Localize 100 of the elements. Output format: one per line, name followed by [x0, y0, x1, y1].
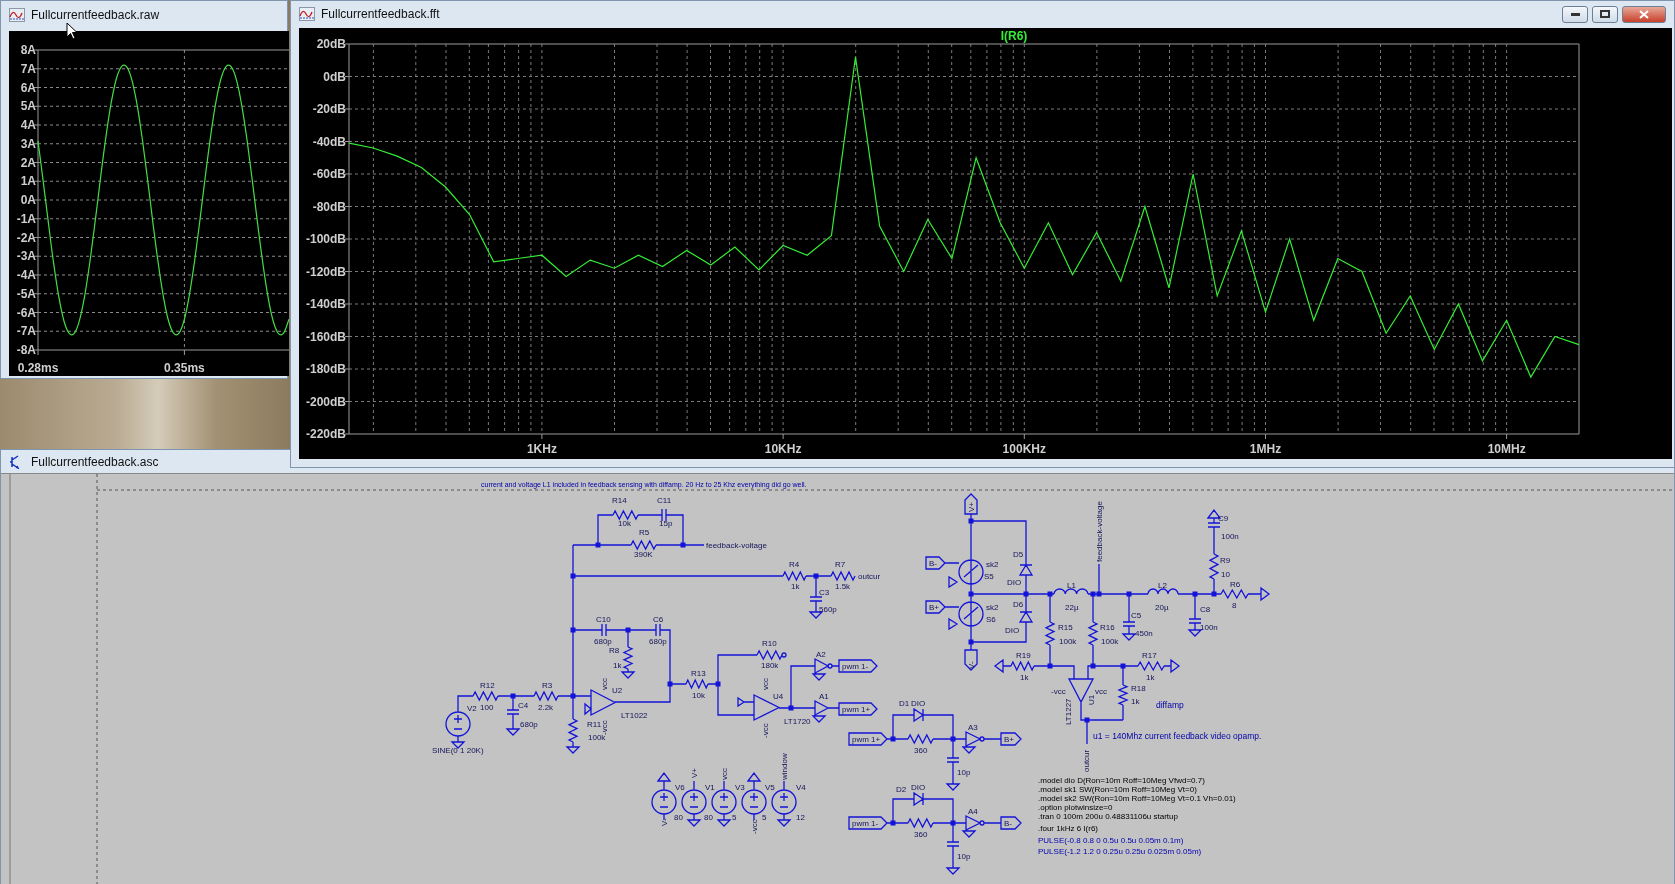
- net-label: vcc: [600, 678, 609, 690]
- component-label: V6: [675, 783, 685, 792]
- component-label: 2.2k: [538, 703, 554, 712]
- net-label: feedback-voltage: [706, 541, 767, 550]
- net-label: V+: [690, 768, 699, 778]
- component-label: C5: [1131, 611, 1142, 620]
- component-label: vcc: [1095, 687, 1107, 696]
- axis-tick-label: 1MHz: [1249, 442, 1282, 456]
- axis-tick-label: -160dB: [306, 329, 346, 344]
- trace-label: I(R6): [1000, 29, 1028, 43]
- component-label: L2: [1158, 581, 1167, 590]
- axis-tick-label: -120dB: [306, 264, 346, 279]
- component-label: LT1022: [621, 711, 648, 720]
- axis-tick-label: -5A: [16, 286, 36, 301]
- component-label: 180k: [761, 661, 779, 670]
- component-label: C3: [819, 588, 830, 597]
- net-label: pwm 1-: [842, 662, 869, 671]
- component-label: 80: [674, 813, 683, 822]
- component-label: 680p: [594, 637, 612, 646]
- component-label: sk2: [986, 603, 999, 612]
- minimize-button[interactable]: [1562, 5, 1588, 23]
- component-label: V5: [765, 783, 775, 792]
- axis-tick-label: -200dB: [306, 394, 346, 409]
- net-label: -vcc: [750, 819, 759, 834]
- net-label: vcc: [720, 768, 729, 780]
- component-label: 10k: [692, 691, 705, 700]
- axis-tick-label: -60dB: [312, 167, 346, 181]
- component-label: R4: [789, 560, 800, 569]
- component-label: 20µ: [1155, 603, 1169, 612]
- axis-tick-label: -7A: [16, 324, 36, 339]
- window-title: Fullcurrentfeedback.fft: [321, 6, 440, 23]
- component-label: A1: [819, 692, 829, 701]
- close-icon: [1639, 9, 1649, 19]
- component-label: DIO: [911, 783, 926, 792]
- component-label: R14: [612, 496, 627, 505]
- axis-tick-label: -40dB: [312, 134, 346, 149]
- axis-tick-label: 10KHz: [764, 442, 802, 456]
- component-label: C11: [657, 496, 672, 505]
- net-label: outcur: [858, 572, 881, 581]
- component-label: R8: [609, 646, 620, 655]
- minimize-icon: [1570, 12, 1580, 16]
- net-label: B+: [929, 603, 939, 612]
- spice-directive: .model sk1 SW(Ron=10m Roff=10Meg Vt=0): [1038, 785, 1197, 794]
- axis-tick-label: -20dB: [312, 102, 346, 116]
- component-label: V2: [467, 704, 477, 713]
- net-label: vcc: [761, 678, 770, 690]
- axis-tick-label: 0dB: [323, 69, 346, 84]
- component-label: C6: [653, 615, 664, 624]
- component-label: LT1227: [1064, 698, 1073, 725]
- schematic-comment: PULSE(-1.2 1.2 0 0.25u 0.25u 0.025m 0.05m): [1038, 847, 1202, 856]
- component-label: sk2: [986, 560, 999, 569]
- window-title: Fullcurrentfeedback.raw: [31, 7, 160, 24]
- axis-tick-label: 3A: [20, 136, 36, 151]
- net-label: window: [780, 753, 789, 780]
- axis-tick-label: 0.35ms: [164, 361, 205, 375]
- component-label: DIO: [911, 699, 926, 708]
- net-label: B-: [929, 559, 937, 568]
- component-label: 390K: [634, 550, 653, 559]
- net-label: V-: [660, 818, 669, 826]
- axis-tick-label: 2A: [20, 155, 36, 170]
- net-label: feedback-voltage: [1095, 501, 1104, 562]
- component-label: 1k: [613, 661, 622, 670]
- component-label: V1: [705, 783, 715, 792]
- axis-tick-label: 0A: [20, 193, 36, 207]
- axis-tick-label: 1KHz: [526, 442, 557, 456]
- component-label: A4: [968, 807, 978, 816]
- component-label: 1.5k: [835, 582, 851, 591]
- component-label: A2: [816, 650, 826, 659]
- net-label: -vcc: [600, 720, 609, 735]
- axis-tick-label: 5A: [20, 99, 36, 114]
- component-label: 100n: [1200, 623, 1218, 632]
- net-label: B-: [1004, 819, 1012, 828]
- window-title: Fullcurrentfeedback.asc: [31, 453, 159, 471]
- maximize-button[interactable]: [1592, 5, 1618, 23]
- component-label: R18: [1131, 684, 1146, 693]
- component-label: C9: [1218, 514, 1229, 523]
- schematic-comment: diffamp: [1156, 700, 1184, 710]
- component-label: R9: [1220, 556, 1231, 565]
- component-label: D1: [899, 699, 910, 708]
- component-label: R17: [1142, 651, 1157, 660]
- axis-tick-label: -6A: [16, 305, 36, 320]
- spice-directive: .model sk2 SW(Ron=10m Roff=10Meg Vt=0.1 Vh=0.01): [1038, 794, 1236, 803]
- component-label: 450n: [1135, 629, 1153, 638]
- axis-tick-label: -4A: [16, 268, 36, 282]
- net-label: pwm 1+: [842, 705, 871, 714]
- component-label: 1k: [1131, 697, 1140, 706]
- component-label: S6: [986, 615, 996, 624]
- component-label: D2: [896, 785, 907, 794]
- component-label: 100: [480, 703, 494, 712]
- component-label: U1: [1087, 694, 1096, 705]
- component-label: C10: [596, 615, 611, 624]
- axis-tick-label: 8A: [20, 43, 36, 57]
- net-label: B+: [1004, 735, 1014, 744]
- component-label: 1k: [1146, 673, 1155, 682]
- close-button[interactable]: [1622, 5, 1666, 23]
- component-label: R10: [762, 639, 777, 648]
- component-label: 8: [1232, 601, 1237, 610]
- axis-tick-label: -1A: [16, 211, 36, 226]
- component-label: R3: [542, 681, 553, 690]
- component-label: 12: [796, 813, 805, 822]
